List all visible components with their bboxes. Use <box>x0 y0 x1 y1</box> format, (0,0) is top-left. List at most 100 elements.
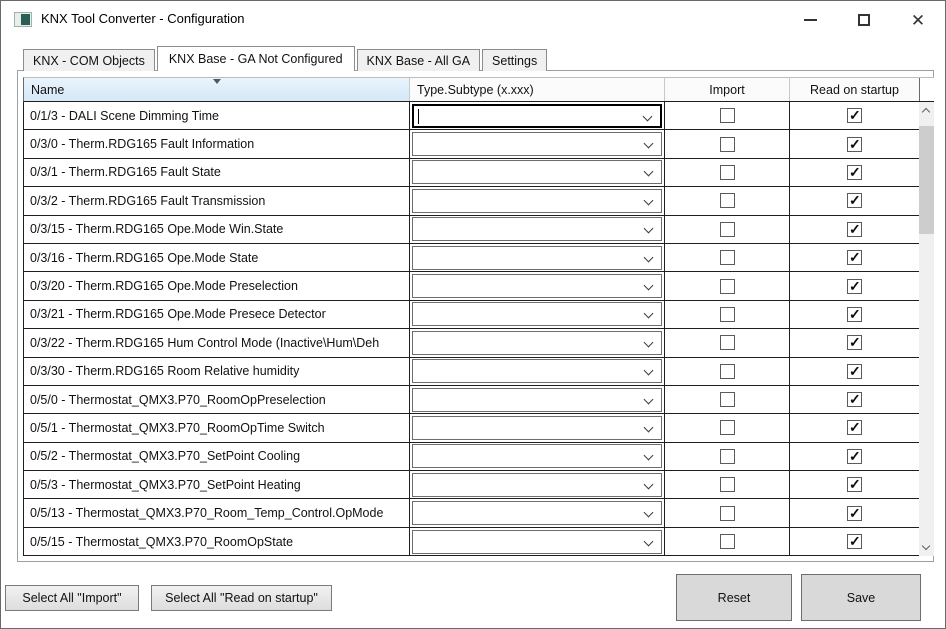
import-checkbox[interactable] <box>720 364 735 379</box>
import-checkbox[interactable] <box>720 137 735 152</box>
scrollbar-thumb[interactable] <box>919 126 934 234</box>
row-import-cell <box>665 272 790 299</box>
row-import-cell <box>665 329 790 356</box>
row-type-cell <box>410 130 665 157</box>
import-checkbox[interactable] <box>720 250 735 265</box>
chevron-down-icon <box>643 111 653 121</box>
import-checkbox[interactable] <box>720 392 735 407</box>
row-name-cell[interactable]: 0/5/1 - Thermostat_QMX3.P70_RoomOpTime S… <box>24 414 410 441</box>
type-subtype-dropdown[interactable] <box>412 416 662 440</box>
column-header-name[interactable]: Name <box>24 78 410 101</box>
maximize-icon <box>858 14 870 26</box>
type-subtype-dropdown[interactable] <box>412 388 662 412</box>
read-on-startup-checkbox[interactable] <box>847 506 862 521</box>
type-subtype-dropdown[interactable] <box>412 473 662 497</box>
row-name-cell[interactable]: 0/5/2 - Thermostat_QMX3.P70_SetPoint Coo… <box>24 443 410 470</box>
column-header-import[interactable]: Import <box>665 78 790 101</box>
row-name-cell[interactable]: 0/5/0 - Thermostat_QMX3.P70_RoomOpPresel… <box>24 386 410 413</box>
row-read-cell <box>790 187 920 214</box>
type-subtype-dropdown[interactable] <box>412 530 662 554</box>
read-on-startup-checkbox[interactable] <box>847 165 862 180</box>
row-name-cell[interactable]: 0/3/21 - Therm.RDG165 Ope.Mode Presece D… <box>24 301 410 328</box>
tab-knx-com-objects[interactable]: KNX - COM Objects <box>23 49 155 71</box>
import-checkbox[interactable] <box>720 477 735 492</box>
type-subtype-dropdown[interactable] <box>412 302 662 326</box>
chevron-down-icon <box>922 542 930 550</box>
row-name-cell[interactable]: 0/5/3 - Thermostat_QMX3.P70_SetPoint Hea… <box>24 471 410 498</box>
vertical-scrollbar[interactable] <box>919 102 934 556</box>
scroll-up-button[interactable] <box>919 102 934 119</box>
read-on-startup-checkbox[interactable] <box>847 364 862 379</box>
table-row: 0/3/21 - Therm.RDG165 Ope.Mode Presece D… <box>24 301 934 329</box>
window-controls: ✕ <box>783 1 945 41</box>
type-subtype-dropdown[interactable] <box>412 331 662 355</box>
read-on-startup-checkbox[interactable] <box>847 108 862 123</box>
table-row: 0/5/1 - Thermostat_QMX3.P70_RoomOpTime S… <box>24 414 934 442</box>
row-name-cell[interactable]: 0/3/0 - Therm.RDG165 Fault Information <box>24 130 410 157</box>
scroll-down-button[interactable] <box>919 539 934 556</box>
read-on-startup-checkbox[interactable] <box>847 335 862 350</box>
row-import-cell <box>665 130 790 157</box>
column-header-read-on-startup[interactable]: Read on startup <box>790 78 920 101</box>
row-name-cell[interactable]: 0/3/15 - Therm.RDG165 Ope.Mode Win.State <box>24 216 410 243</box>
type-subtype-dropdown[interactable] <box>412 274 662 298</box>
data-grid: Name Type.Subtype (x.xxx) Import Read on… <box>23 77 934 556</box>
import-checkbox[interactable] <box>720 222 735 237</box>
row-name-cell[interactable]: 0/5/15 - Thermostat_QMX3.P70_RoomOpState <box>24 528 410 555</box>
table-row: 0/3/2 - Therm.RDG165 Fault Transmission <box>24 187 934 215</box>
row-import-cell <box>665 301 790 328</box>
read-on-startup-checkbox[interactable] <box>847 392 862 407</box>
minimize-button[interactable] <box>783 1 837 39</box>
select-all-import-button[interactable]: Select All "Import" <box>5 585 139 611</box>
read-on-startup-checkbox[interactable] <box>847 307 862 322</box>
read-on-startup-checkbox[interactable] <box>847 534 862 549</box>
maximize-button[interactable] <box>837 1 891 39</box>
read-on-startup-checkbox[interactable] <box>847 279 862 294</box>
import-checkbox[interactable] <box>720 279 735 294</box>
close-button[interactable]: ✕ <box>891 1 945 39</box>
type-subtype-dropdown[interactable] <box>412 189 662 213</box>
type-subtype-dropdown[interactable] <box>412 160 662 184</box>
tab-knx-base-ga-not-configured[interactable]: KNX Base - GA Not Configured <box>157 46 355 71</box>
type-subtype-dropdown[interactable] <box>412 501 662 525</box>
row-name-cell[interactable]: 0/3/16 - Therm.RDG165 Ope.Mode State <box>24 244 410 271</box>
type-subtype-dropdown[interactable] <box>412 104 662 128</box>
import-checkbox[interactable] <box>720 420 735 435</box>
row-name-cell[interactable]: 0/3/2 - Therm.RDG165 Fault Transmission <box>24 187 410 214</box>
read-on-startup-checkbox[interactable] <box>847 449 862 464</box>
save-button[interactable]: Save <box>801 574 921 621</box>
tab-settings[interactable]: Settings <box>482 49 547 71</box>
import-checkbox[interactable] <box>720 165 735 180</box>
table-row: 0/3/22 - Therm.RDG165 Hum Control Mode (… <box>24 329 934 357</box>
column-header-type-subtype[interactable]: Type.Subtype (x.xxx) <box>410 78 665 101</box>
read-on-startup-checkbox[interactable] <box>847 222 862 237</box>
read-on-startup-checkbox[interactable] <box>847 477 862 492</box>
row-name-cell[interactable]: 0/3/30 - Therm.RDG165 Room Relative humi… <box>24 358 410 385</box>
read-on-startup-checkbox[interactable] <box>847 420 862 435</box>
import-checkbox[interactable] <box>720 506 735 521</box>
select-all-read-on-startup-button[interactable]: Select All "Read on startup" <box>151 585 332 611</box>
row-type-cell <box>410 272 665 299</box>
row-name-cell[interactable]: 0/3/1 - Therm.RDG165 Fault State <box>24 159 410 186</box>
row-name-cell[interactable]: 0/3/22 - Therm.RDG165 Hum Control Mode (… <box>24 329 410 356</box>
import-checkbox[interactable] <box>720 108 735 123</box>
import-checkbox[interactable] <box>720 449 735 464</box>
import-checkbox[interactable] <box>720 307 735 322</box>
reset-button[interactable]: Reset <box>676 574 792 621</box>
import-checkbox[interactable] <box>720 534 735 549</box>
type-subtype-dropdown[interactable] <box>412 444 662 468</box>
type-subtype-dropdown[interactable] <box>412 132 662 156</box>
row-name-cell[interactable]: 0/3/20 - Therm.RDG165 Ope.Mode Preselect… <box>24 272 410 299</box>
read-on-startup-checkbox[interactable] <box>847 137 862 152</box>
import-checkbox[interactable] <box>720 193 735 208</box>
import-checkbox[interactable] <box>720 335 735 350</box>
type-subtype-dropdown[interactable] <box>412 359 662 383</box>
read-on-startup-checkbox[interactable] <box>847 193 862 208</box>
tab-knx-base-all-ga[interactable]: KNX Base - All GA <box>357 49 481 71</box>
read-on-startup-checkbox[interactable] <box>847 250 862 265</box>
row-name-cell[interactable]: 0/1/3 - DALI Scene Dimming Time <box>24 102 410 129</box>
minimize-icon <box>804 19 817 21</box>
type-subtype-dropdown[interactable] <box>412 246 662 270</box>
type-subtype-dropdown[interactable] <box>412 217 662 241</box>
row-name-cell[interactable]: 0/5/13 - Thermostat_QMX3.P70_Room_Temp_C… <box>24 499 410 526</box>
